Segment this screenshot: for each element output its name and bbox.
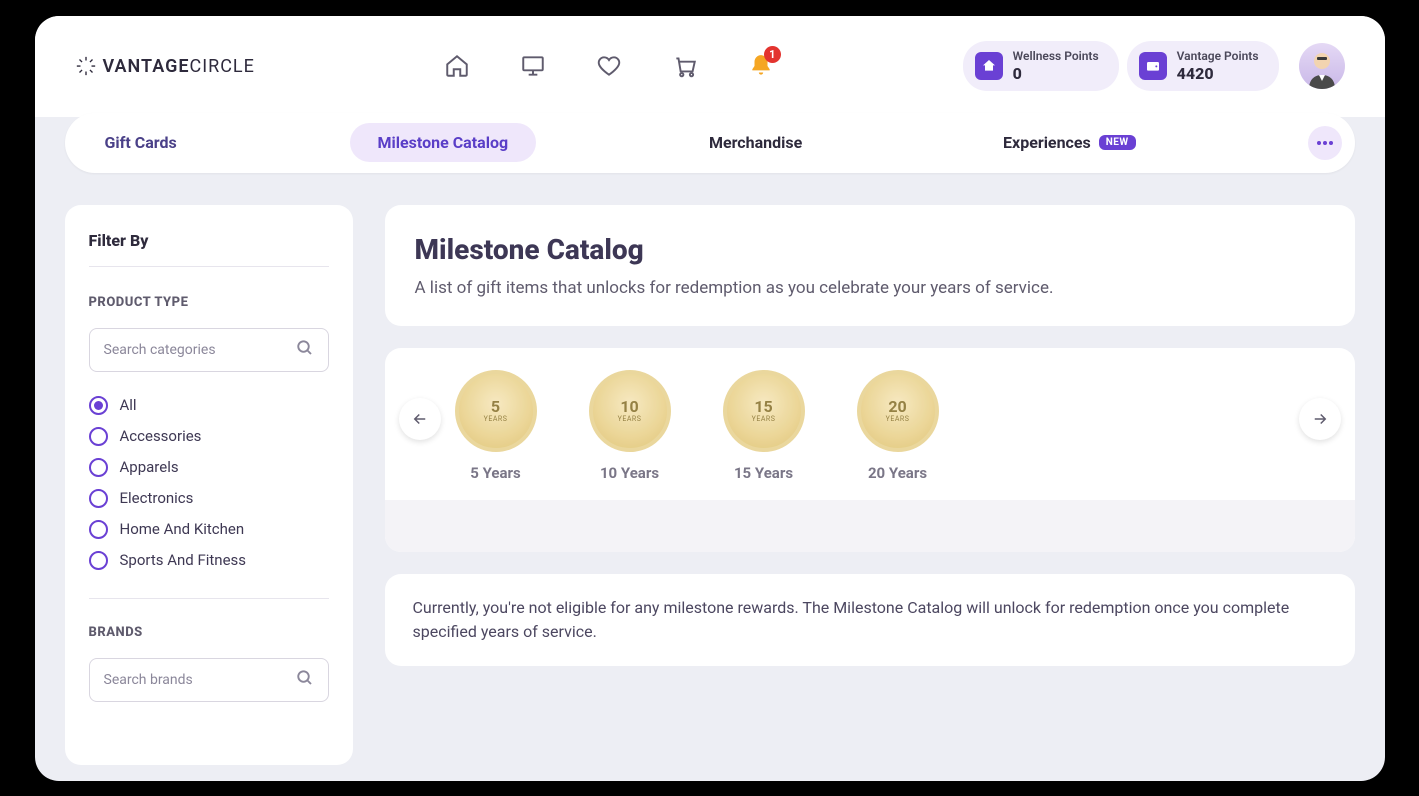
search-icon[interactable] — [296, 669, 314, 691]
avatar[interactable] — [1299, 43, 1345, 89]
vantage-value: 4420 — [1177, 64, 1259, 83]
milestone-item-15[interactable]: 15YEARS 15 Years — [723, 370, 805, 482]
top-header: VANTAGECIRCLE 1 — [35, 16, 1385, 117]
search-icon[interactable] — [296, 339, 314, 361]
product-type-label: PRODUCT TYPE — [89, 295, 329, 310]
vantage-points-pill[interactable]: Vantage Points 4420 — [1127, 41, 1279, 91]
divider — [89, 266, 329, 267]
cart-icon[interactable] — [671, 52, 699, 80]
radio-circle — [89, 427, 108, 446]
filter-by-title: Filter By — [89, 231, 329, 250]
body: Filter By PRODUCT TYPE All Accessories App… — [35, 177, 1385, 765]
radio-circle — [89, 489, 108, 508]
medal-icon: 10YEARS — [589, 370, 671, 452]
radio-circle — [89, 551, 108, 570]
category-radio-all[interactable]: All — [89, 390, 329, 421]
tab-gift-cards[interactable]: Gift Cards — [77, 123, 205, 162]
carousel-next-button[interactable] — [1299, 398, 1341, 440]
notification-bell-icon[interactable]: 1 — [747, 52, 775, 80]
brand-suffix: CIRCLE — [190, 56, 255, 77]
tab-experiences[interactable]: Experiences NEW — [975, 123, 1164, 162]
wellness-icon — [975, 52, 1003, 80]
radio-circle — [89, 458, 108, 477]
home-icon[interactable] — [443, 52, 471, 80]
category-radio-home-and-kitchen[interactable]: Home And Kitchen — [89, 514, 329, 545]
radio-label: Home And Kitchen — [120, 520, 245, 538]
milestone-item-20[interactable]: 20YEARS 20 Years — [857, 370, 939, 482]
heart-icon[interactable] — [595, 52, 623, 80]
brand-name: VANTAGE — [103, 56, 190, 77]
arrow-left-icon — [411, 410, 429, 428]
vantage-label: Vantage Points — [1177, 49, 1259, 63]
category-radio-list[interactable]: All Accessories Apparels Electronics Home An… — [89, 390, 329, 588]
notification-count-badge: 1 — [764, 46, 781, 63]
app-window: VANTAGECIRCLE 1 — [35, 16, 1385, 781]
category-radio-electronics[interactable]: Electronics — [89, 483, 329, 514]
category-radio-apparels[interactable]: Apparels — [89, 452, 329, 483]
brand-logo: VANTAGECIRCLE — [75, 55, 255, 77]
arrow-right-icon — [1311, 410, 1329, 428]
medal-icon: 20YEARS — [857, 370, 939, 452]
tab-experiences-label: Experiences — [1003, 133, 1091, 152]
divider — [89, 598, 329, 599]
points-wrap: Wellness Points 0 Vantage Points 4420 — [963, 41, 1345, 91]
wellness-value: 0 — [1013, 64, 1099, 83]
header-icons: 1 — [443, 52, 775, 80]
logo-icon — [75, 55, 97, 77]
tab-milestone-catalog[interactable]: Milestone Catalog — [350, 123, 537, 162]
new-badge: NEW — [1099, 135, 1136, 150]
category-radio-accessories[interactable]: Accessories — [89, 421, 329, 452]
wallet-icon — [1139, 52, 1167, 80]
tab-bar: Gift Cards Milestone Catalog Merchandise… — [65, 113, 1355, 173]
milestones-footer-bar — [385, 500, 1355, 552]
search-brands-input[interactable] — [104, 672, 284, 688]
category-radio-sports-and-fitness[interactable]: Sports And Fitness — [89, 545, 329, 576]
radio-label: All — [120, 396, 137, 414]
search-categories-input[interactable] — [104, 342, 284, 358]
ellipsis-icon — [1317, 141, 1333, 145]
tab-merchandise[interactable]: Merchandise — [681, 123, 830, 162]
milestone-label: 20 Years — [868, 464, 927, 482]
page-description: A list of gift items that unlocks for re… — [415, 278, 1325, 298]
search-brands-wrap — [89, 658, 329, 702]
milestone-item-10[interactable]: 10YEARS 10 Years — [589, 370, 671, 482]
radio-label: Sports And Fitness — [120, 551, 247, 569]
main-content: Milestone Catalog A list of gift items t… — [385, 205, 1355, 765]
wellness-points-pill[interactable]: Wellness Points 0 — [963, 41, 1119, 91]
milestones-row: 5YEARS 5 Years 10YEARS 10 Years 15YEARS 15 Ye… — [407, 370, 1333, 500]
page-title: Milestone Catalog — [415, 233, 1325, 266]
eligibility-notice: Currently, you're not eligible for any m… — [385, 574, 1355, 666]
monitor-icon[interactable] — [519, 52, 547, 80]
radio-circle — [89, 520, 108, 539]
brands-label: BRANDS — [89, 625, 329, 640]
milestones-card: 5YEARS 5 Years 10YEARS 10 Years 15YEARS 15 Ye… — [385, 348, 1355, 552]
search-categories-wrap — [89, 328, 329, 372]
medal-icon: 5YEARS — [455, 370, 537, 452]
milestone-label: 15 Years — [734, 464, 793, 482]
radio-label: Electronics — [120, 489, 194, 507]
page-header-card: Milestone Catalog A list of gift items t… — [385, 205, 1355, 326]
wellness-label: Wellness Points — [1013, 49, 1099, 63]
more-tabs-button[interactable] — [1308, 126, 1342, 160]
milestone-item-5[interactable]: 5YEARS 5 Years — [455, 370, 537, 482]
carousel-prev-button[interactable] — [399, 398, 441, 440]
milestone-label: 5 Years — [470, 464, 520, 482]
milestone-label: 10 Years — [600, 464, 659, 482]
radio-label: Accessories — [120, 427, 202, 445]
medal-icon: 15YEARS — [723, 370, 805, 452]
radio-label: Apparels — [120, 458, 179, 476]
sidebar: Filter By PRODUCT TYPE All Accessories App… — [65, 205, 353, 765]
radio-circle — [89, 396, 108, 415]
